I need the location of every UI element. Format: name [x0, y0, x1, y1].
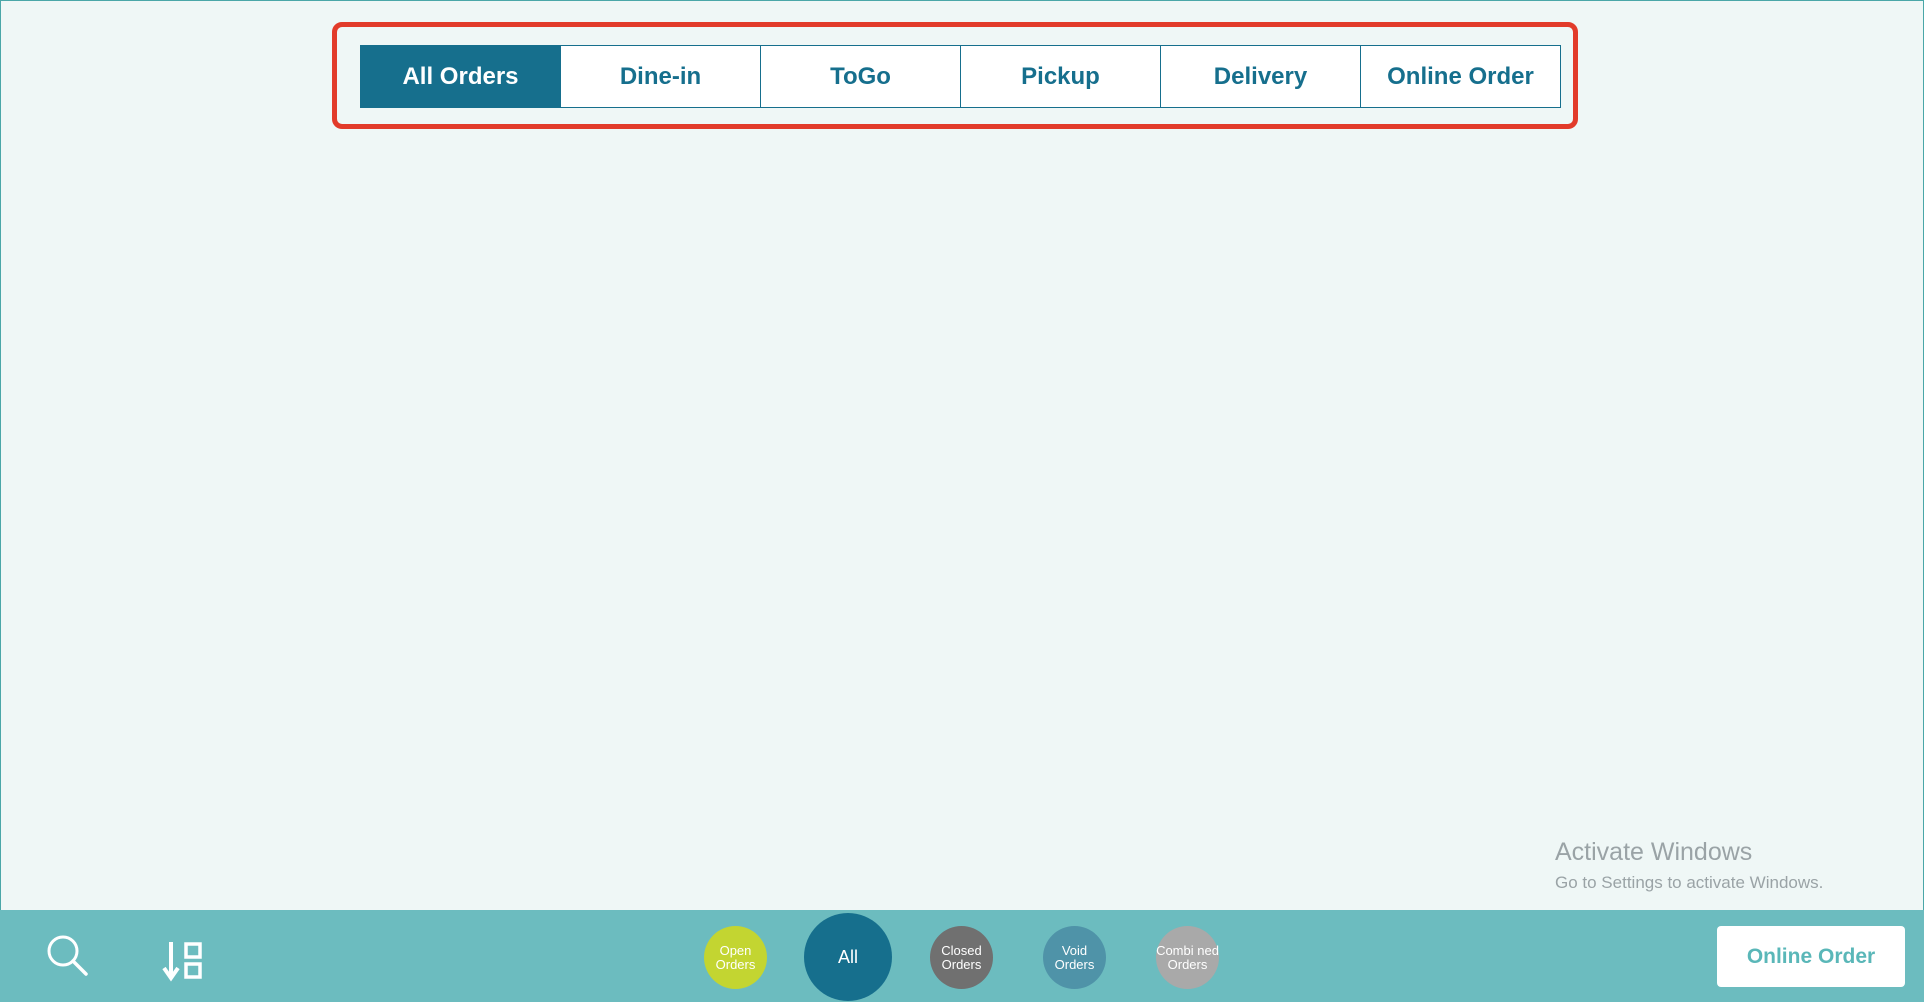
search-icon[interactable] — [44, 932, 90, 978]
void-orders-filter[interactable]: Void Orders — [1043, 926, 1106, 989]
watermark-title: Activate Windows — [1555, 838, 1753, 866]
tab-online-order[interactable]: Online Order — [1361, 46, 1560, 107]
tab-delivery[interactable]: Delivery — [1161, 46, 1361, 107]
tab-pickup[interactable]: Pickup — [961, 46, 1161, 107]
bottom-bar: Open Orders All Closed Orders Void Order… — [0, 910, 1924, 1002]
tab-togo[interactable]: ToGo — [761, 46, 961, 107]
all-orders-filter[interactable]: All — [804, 913, 892, 1001]
order-type-tabs: All Orders Dine-in ToGo Pickup Delivery … — [360, 45, 1561, 108]
tab-all-orders[interactable]: All Orders — [361, 46, 561, 107]
combined-orders-filter[interactable]: Combi ned Orders — [1156, 926, 1219, 989]
tab-dine-in[interactable]: Dine-in — [561, 46, 761, 107]
sort-icon[interactable] — [162, 940, 208, 986]
online-order-button[interactable]: Online Order — [1717, 926, 1905, 987]
activate-windows-watermark: Activate Windows Go to Settings to activ… — [1555, 838, 1823, 893]
closed-orders-filter[interactable]: Closed Orders — [930, 926, 993, 989]
open-orders-filter[interactable]: Open Orders — [704, 926, 767, 989]
watermark-subtitle: Go to Settings to activate Windows. — [1555, 873, 1824, 892]
